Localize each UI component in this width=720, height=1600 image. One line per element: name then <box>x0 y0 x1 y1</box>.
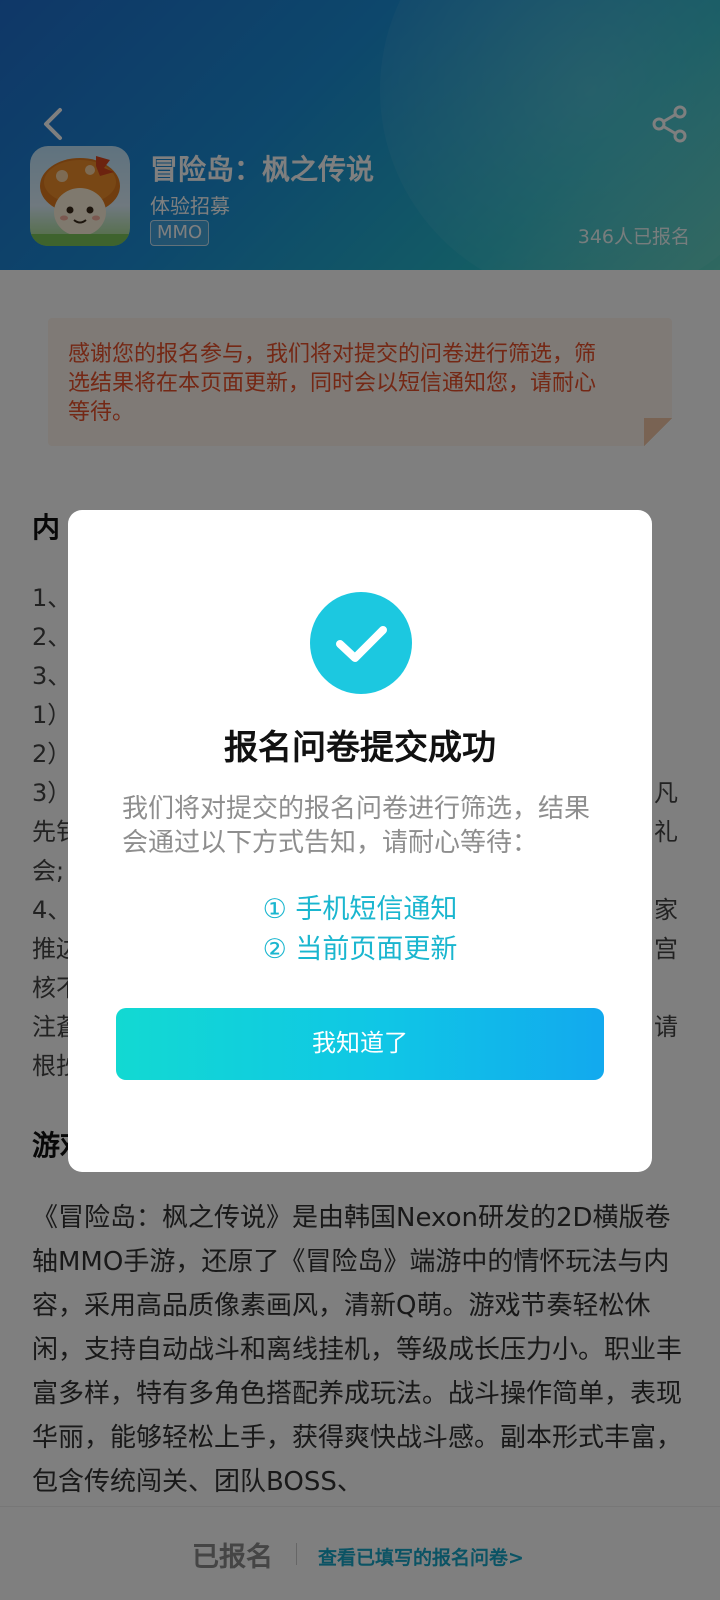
check-circle-icon <box>310 592 412 694</box>
got-it-button[interactable]: 我知道了 <box>116 1008 604 1080</box>
success-dialog: 报名问卷提交成功 我们将对提交的报名问卷进行筛选，结果会通过以下方式告知，请耐心… <box>68 510 652 1172</box>
notify-method-page: ② 当前页面更新 <box>262 934 458 965</box>
notify-method-sms: ① 手机短信通知 <box>262 894 458 925</box>
dialog-title: 报名问卷提交成功 <box>224 728 496 768</box>
notify-method-list: ① 手机短信通知 ② 当前页面更新 <box>68 890 652 970</box>
dialog-description: 我们将对提交的报名问卷进行筛选，结果会通过以下方式告知，请耐心等待： <box>122 794 591 858</box>
check-mark-icon <box>336 626 387 662</box>
